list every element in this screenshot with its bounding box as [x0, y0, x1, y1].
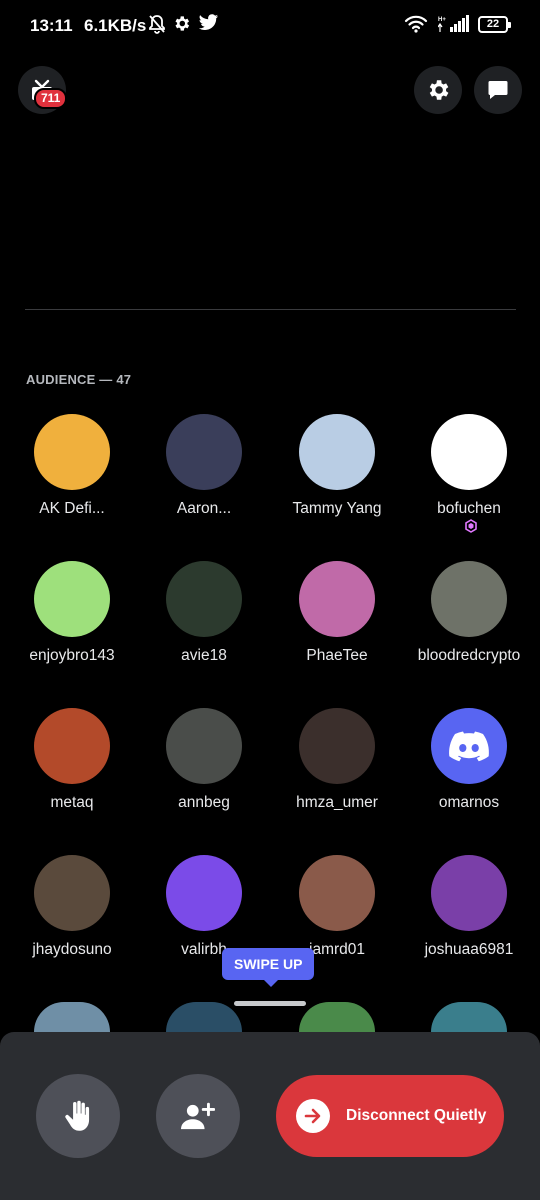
member-name: bofuchen	[437, 500, 501, 517]
avatar	[166, 708, 242, 784]
avatar	[166, 1002, 242, 1032]
avatar	[34, 1002, 110, 1032]
member-name: Aaron...	[176, 500, 232, 517]
avatar	[299, 708, 375, 784]
member-name: Tammy Yang	[292, 500, 382, 517]
member-name: joshuaa6981	[424, 941, 514, 958]
audience-member-partial[interactable]	[403, 1002, 535, 1032]
avatar	[299, 1002, 375, 1032]
twitter-icon	[198, 14, 219, 31]
stage-count-badge: 711	[34, 88, 68, 109]
disconnect-label: Disconnect Quietly	[346, 1107, 487, 1124]
audience-member[interactable]: enjoybro143	[6, 561, 138, 665]
audience-header: AUDIENCE — 47	[26, 372, 132, 387]
audience-member[interactable]: iamrd01	[271, 855, 403, 959]
audience-member[interactable]: bloodredcrypto	[403, 561, 535, 665]
battery-indicator: 22	[478, 16, 511, 33]
member-name: AK Defi...	[39, 500, 105, 517]
audience-member[interactable]: bofuchen	[403, 414, 535, 536]
audience-member[interactable]: hmza_umer	[271, 708, 403, 812]
invite-button[interactable]	[156, 1074, 240, 1158]
member-name: metaq	[50, 794, 94, 811]
settings-button[interactable]	[414, 66, 462, 114]
avatar	[299, 855, 375, 931]
raise-hand-button[interactable]	[36, 1074, 120, 1158]
audience-member[interactable]: jhaydosuno	[6, 855, 138, 959]
audience-member[interactable]: Tammy Yang	[271, 414, 403, 518]
avatar	[431, 414, 507, 490]
avatar	[431, 855, 507, 931]
raise-hand-icon	[65, 1100, 90, 1131]
audience-member[interactable]: avie18	[138, 561, 270, 665]
audience-member[interactable]: AK Defi...	[6, 414, 138, 518]
swipe-up-tooltip: SWIPE UP	[222, 948, 315, 987]
audience-member[interactable]: omarnos	[403, 708, 535, 812]
nitro-gem-icon	[464, 519, 478, 533]
status-time: 13:11	[30, 16, 73, 35]
discord-logo-icon	[449, 731, 489, 762]
avatar	[431, 708, 507, 784]
member-name: omarnos	[438, 794, 500, 811]
wifi-icon	[404, 15, 428, 33]
avatar	[166, 855, 242, 931]
signal-icon: H+	[438, 15, 469, 32]
avatar	[34, 414, 110, 490]
audience-member[interactable]: valirbh	[138, 855, 270, 959]
disconnect-quietly-button[interactable]: Disconnect Quietly	[276, 1075, 504, 1157]
network-speed: 6.1KB/s	[84, 16, 147, 35]
member-name: hmza_umer	[296, 794, 378, 811]
member-name: PhaeTee	[306, 647, 368, 664]
audience-member[interactable]: annbeg	[138, 708, 270, 812]
section-divider	[25, 309, 516, 310]
avatar	[166, 414, 242, 490]
audience-member[interactable]: metaq	[6, 708, 138, 812]
drag-handle[interactable]	[234, 1001, 306, 1006]
bell-off-icon	[149, 15, 165, 34]
avatar	[299, 414, 375, 490]
avatar	[34, 855, 110, 931]
member-name: enjoybro143	[29, 647, 115, 664]
member-name: avie18	[181, 647, 227, 664]
avatar	[431, 561, 507, 637]
status-bar: 13:11 6.1KB/s H+ 22	[0, 0, 540, 50]
gear-icon	[429, 80, 449, 100]
member-name: bloodredcrypto	[417, 647, 521, 664]
svg-text:H+: H+	[438, 17, 446, 23]
avatar	[431, 1002, 507, 1032]
audience-member-partial[interactable]	[138, 1002, 270, 1032]
avatar	[166, 561, 242, 637]
add-user-icon	[181, 1102, 215, 1130]
member-name: jhaydosuno	[32, 941, 112, 958]
audience-member-partial[interactable]	[271, 1002, 403, 1032]
chat-button[interactable]	[474, 66, 522, 114]
settings-gear-icon	[175, 16, 190, 31]
audience-member[interactable]: Aaron...	[138, 414, 270, 518]
audience-member-partial[interactable]	[6, 1002, 138, 1032]
avatar	[34, 561, 110, 637]
exit-arrow-icon	[296, 1099, 330, 1133]
member-name: annbeg	[178, 794, 230, 811]
audience-member[interactable]: PhaeTee	[271, 561, 403, 665]
chat-bubble-icon	[488, 81, 508, 99]
avatar	[299, 561, 375, 637]
avatar	[34, 708, 110, 784]
audience-member[interactable]: joshuaa6981	[403, 855, 535, 959]
